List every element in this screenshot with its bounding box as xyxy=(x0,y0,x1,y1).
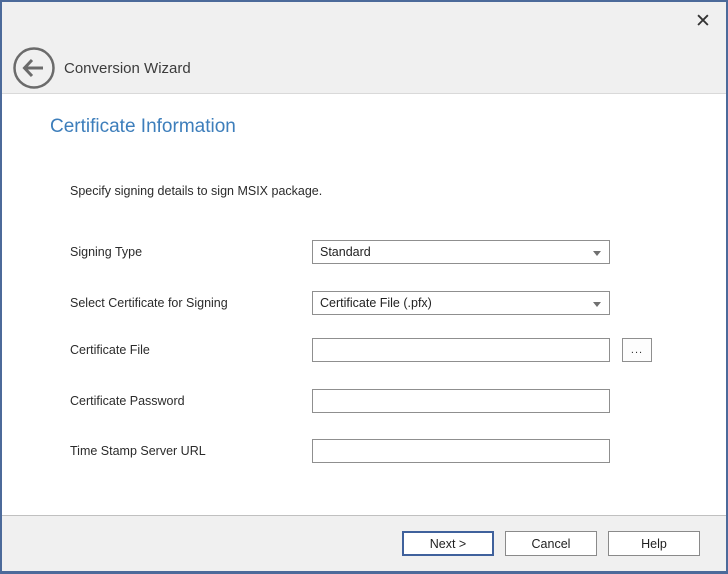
page-title: Certificate Information xyxy=(50,116,236,138)
certificate-source-value: Certificate File (.pfx) xyxy=(320,296,432,310)
signing-type-label: Signing Type xyxy=(70,240,142,264)
chevron-down-icon xyxy=(593,251,601,256)
certificate-password-row: Certificate Password xyxy=(2,389,726,413)
certificate-password-input[interactable] xyxy=(312,389,610,413)
signing-type-row: Signing Type Standard xyxy=(2,240,726,264)
timestamp-url-input[interactable] xyxy=(312,439,610,463)
close-icon[interactable]: ✕ xyxy=(690,8,716,34)
help-button[interactable]: Help xyxy=(608,531,700,556)
certificate-source-dropdown[interactable]: Certificate File (.pfx) xyxy=(312,291,610,315)
wizard-page: Certificate Information Specify signing … xyxy=(2,94,726,515)
timestamp-url-label: Time Stamp Server URL xyxy=(70,439,206,463)
wizard-header: Conversion Wizard ✕ xyxy=(2,2,726,94)
chevron-down-icon xyxy=(593,302,601,307)
browse-button[interactable]: ... xyxy=(622,338,652,362)
certificate-source-label: Select Certificate for Signing xyxy=(70,291,228,315)
next-button[interactable]: Next > xyxy=(402,531,494,556)
certificate-file-label: Certificate File xyxy=(70,338,150,362)
cancel-button[interactable]: Cancel xyxy=(505,531,597,556)
wizard-title: Conversion Wizard xyxy=(64,46,191,90)
wizard-footer: Next > Cancel Help xyxy=(2,515,726,571)
timestamp-url-row: Time Stamp Server URL xyxy=(2,439,726,463)
page-description: Specify signing details to sign MSIX pac… xyxy=(70,184,322,198)
certificate-file-input[interactable] xyxy=(312,338,610,362)
certificate-password-label: Certificate Password xyxy=(70,389,185,413)
signing-type-dropdown[interactable]: Standard xyxy=(312,240,610,264)
signing-type-value: Standard xyxy=(320,245,371,259)
conversion-wizard-window: Conversion Wizard ✕ Certificate Informat… xyxy=(0,0,728,574)
certificate-file-row: Certificate File ... xyxy=(2,338,726,362)
back-button[interactable] xyxy=(12,46,56,90)
certificate-source-row: Select Certificate for Signing Certifica… xyxy=(2,291,726,315)
back-arrow-icon xyxy=(12,46,56,90)
